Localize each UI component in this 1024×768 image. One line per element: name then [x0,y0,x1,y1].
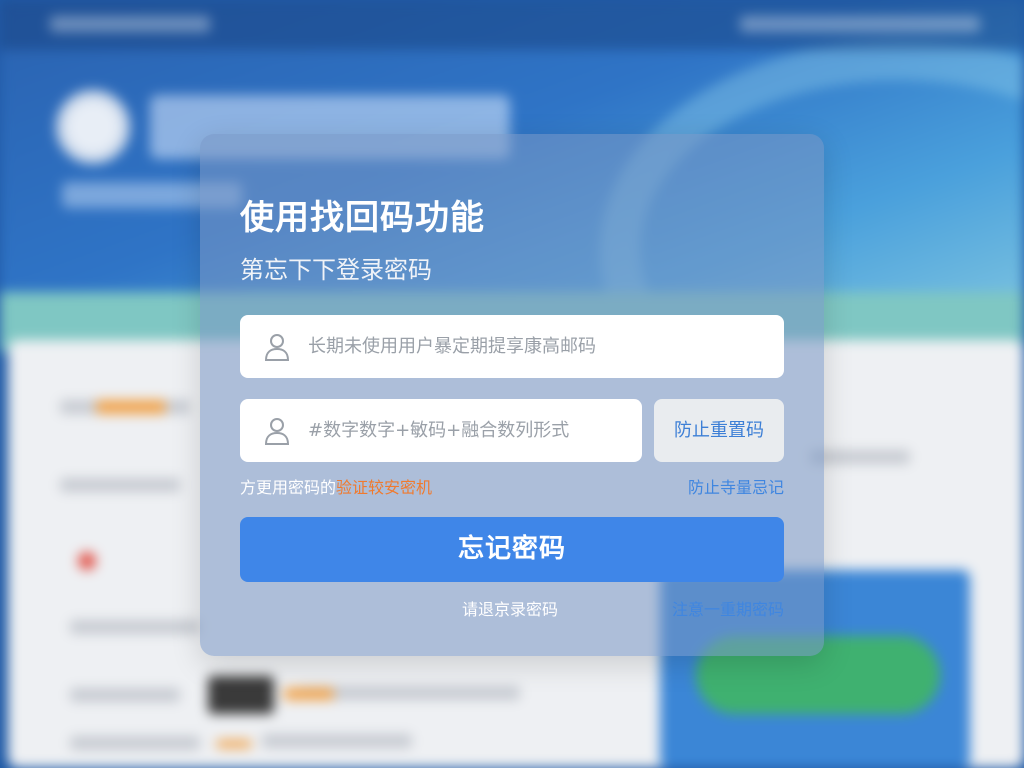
hint-prefix: 方更用密码的 [240,478,337,497]
dialog-title: 使用找回码功能 [240,198,485,238]
footer-row: 请退京录密码 注意一重期密码 [240,596,784,620]
user-icon [264,334,290,361]
forgot-count-link[interactable]: 防止寺量忌记 [688,474,784,498]
recovery-code-input[interactable]: #数字数字+敏码+融合数列形式 [240,399,642,462]
back-to-login-link[interactable]: 请退京录密码 [462,596,558,620]
reset-code-button[interactable]: 防止重置码 [654,399,784,462]
notice-link[interactable]: 注意一重期密码 [672,596,784,620]
user-icon [264,418,290,445]
background-label [216,740,252,748]
dialog-subtitle: 第忘下下登录密码 [240,256,432,284]
recovery-code-placeholder: #数字数字+敏码+融合数列形式 [308,420,570,441]
account-input[interactable]: 长期未使用用户暴定期提享康高邮码 [240,315,784,378]
background-label [96,400,166,414]
recovery-dialog: 使用找回码功能 第忘下下登录密码 长期未使用用户暴定期提享康高邮码 #数字数字+… [200,134,824,656]
background-thumbnail [208,676,274,714]
background-text-line [70,620,200,634]
background-text-line [70,736,200,750]
background-text-line [60,478,180,492]
background-text-line [70,688,180,702]
background-dot [78,552,96,570]
background-topbar [0,0,1024,50]
background-topbar-right [740,16,980,32]
background-text-line [262,734,412,748]
background-text-line [810,450,910,464]
background-label [284,688,334,700]
forgot-password-button[interactable]: 忘记密码 [240,517,784,582]
verify-link[interactable]: 验证较安密机 [336,478,432,497]
background-topbar-left [50,16,210,32]
background-logo [56,90,130,164]
hint-text: 方更用密码的验证较安密机 [240,474,432,498]
account-input-placeholder: 长期未使用用户暴定期提享康高邮码 [308,336,596,357]
hint-row: 方更用密码的验证较安密机 防止寺量忌记 [240,474,784,500]
